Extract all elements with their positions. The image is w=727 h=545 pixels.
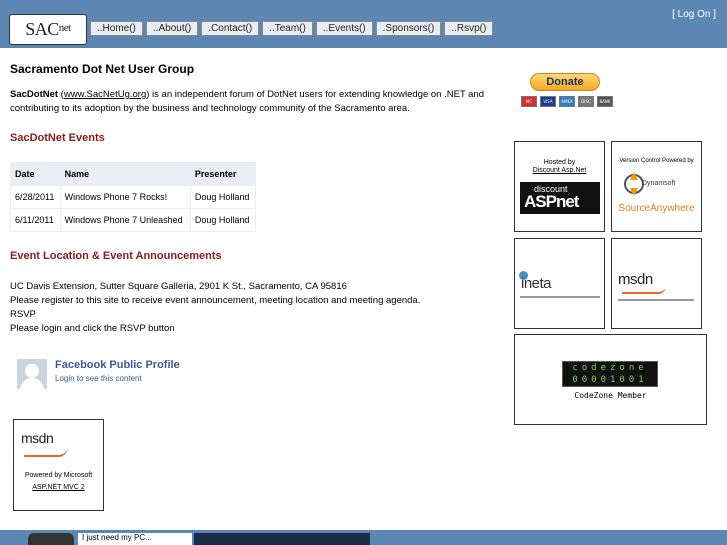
events-table: Date Name Presenter 6/28/2011 Windows Ph… [10,162,257,232]
events-heading: SacDotNet Events [10,132,105,144]
msdn-swoosh-icon [622,286,666,294]
main-content: Sacramento Dot Net User Group SacDotNet … [0,48,727,530]
menu-events[interactable]: ..Events() [315,21,373,36]
facebook-widget: Facebook Public Profile Login to see thi… [17,359,180,389]
aspnet-mvc-link[interactable]: ASP.NET MVC 2 [14,484,103,491]
msdn-powered-box[interactable]: msdn Powered by Microsoft ASP.NET MVC 2 [13,419,104,511]
card-icon: MC [521,96,537,107]
main-menu: ..Home() ..About() .Contact() ..Team() .… [90,21,494,36]
msdn-logo: msdn [21,430,54,446]
footer-avatar [28,533,74,545]
menu-home[interactable]: ..Home() [90,21,143,36]
site-link[interactable]: www.SacNetUg.org [64,89,146,100]
ineta-box[interactable]: ineta [514,238,605,329]
footer-snippet: I just need my PC... [78,533,192,545]
menu-about[interactable]: ..About() [145,21,199,36]
codezone-label: CodeZone Member [574,391,647,400]
table-row: 6/11/2011 Windows Phone 7 Unleashed Doug… [10,208,257,232]
msdn-box[interactable]: msdn [611,238,702,329]
msdn-swoosh-icon [24,447,68,457]
menu-rsvp[interactable]: ..Rsvp() [444,21,494,36]
header: SAC net ..Home() ..About() .Contact() ..T… [0,0,727,48]
site-logo[interactable]: SAC net [9,14,87,45]
facebook-login-link[interactable]: Login to see this content [55,374,180,383]
card-icon: DISC [578,96,594,107]
card-icon: VISA [540,96,556,107]
col-date: Date [10,162,61,186]
donate-button[interactable]: Donate [530,73,600,91]
ineta-logo: ineta [521,275,552,292]
log-on-link[interactable]: [ Log On ] [672,9,716,20]
col-name: Name [59,162,191,186]
intro-text: SacDotNet (www.SacNetUg.org) is an indep… [10,89,485,114]
location-info: UC Davis Extension, Sutter Square Galler… [10,281,421,334]
codezone-badge: codezone 00001001 [562,361,658,387]
footer-banner [194,533,370,545]
table-header-row: Date Name Presenter [10,162,257,186]
card-icon: BANK [597,96,613,107]
payment-cards: MC VISA AMEX DISC BANK [521,96,613,107]
location-heading: Event Location & Event Announcements [10,250,222,262]
menu-contact[interactable]: .Contact() [201,21,260,36]
col-presenter: Presenter [189,162,257,186]
avatar [17,359,47,389]
discount-aspnet-logo: discount ASPnet [520,182,600,214]
sourceanywhere-box[interactable]: Version Control Powered by Dynamsoft Sou… [611,141,702,232]
table-row: 6/28/2011 Windows Phone 7 Rocks! Doug Ho… [10,185,257,209]
page-title: Sacramento Dot Net User Group [10,62,195,76]
facebook-title[interactable]: Facebook Public Profile [55,359,180,371]
codezone-box[interactable]: codezone 00001001 CodeZone Member [514,334,707,425]
menu-sponsors[interactable]: .Sponsors() [375,21,442,36]
card-icon: AMEX [559,96,575,107]
menu-team[interactable]: ..Team() [262,21,313,36]
hosted-by-box[interactable]: Hosted by Discount Asp.Net discount ASPn… [514,141,605,232]
